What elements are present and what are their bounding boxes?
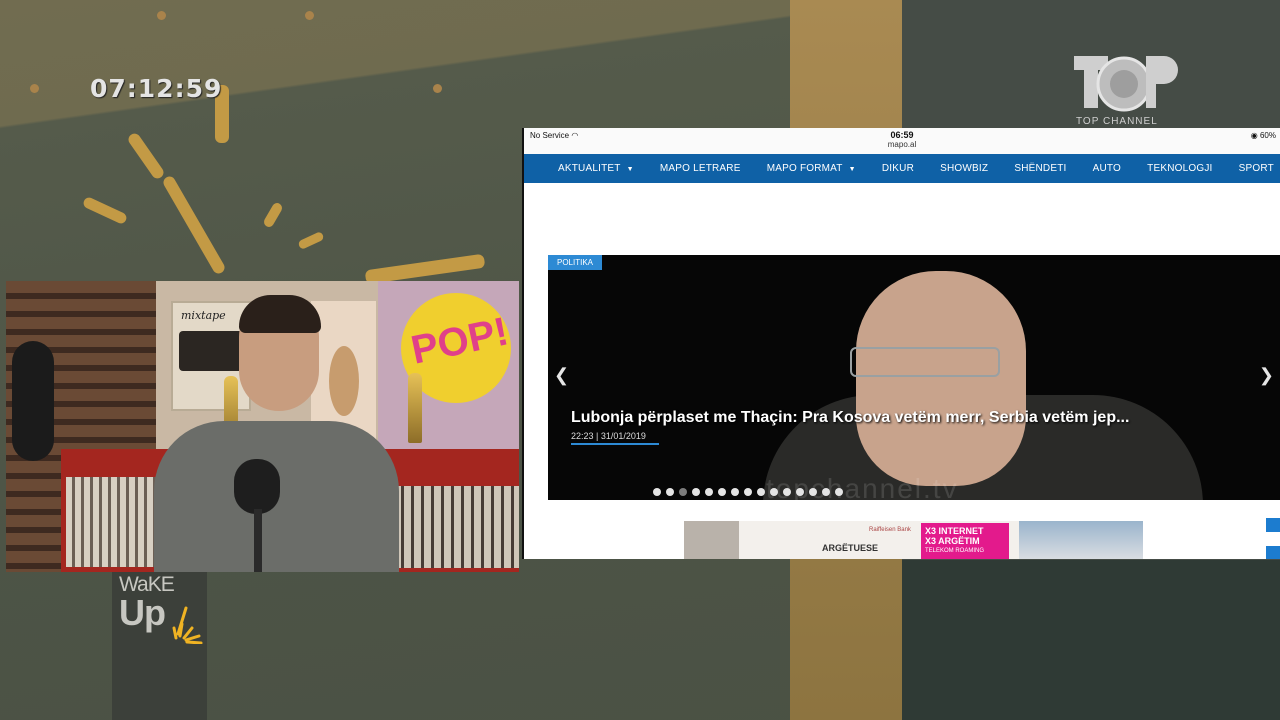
slide-headline[interactable]: Lubonja përplaset me Thaçin: Pra Kosova … (571, 409, 1129, 427)
ad-promo-box: X3 INTERNET X3 ARGËTIM TELEKOM ROAMING (921, 523, 1009, 559)
ad-promo-line3: TELEKOM ROAMING (925, 548, 985, 554)
decor-dot (433, 84, 442, 93)
background-lower-panel (902, 560, 1280, 720)
wake-up-logo-line2: Up (119, 592, 166, 633)
caret-down-icon: ▼ (626, 166, 634, 173)
side-button[interactable] (1266, 546, 1280, 559)
nav-item-sport[interactable]: SPORT (1239, 163, 1274, 174)
nav-item-teknologji[interactable]: TEKNOLOGJI (1147, 163, 1212, 174)
pager-dot[interactable] (835, 488, 843, 496)
tablet-screen: No Service ◠ 06:59 mapo.al ◉ 60% AKTUALI… (522, 128, 1280, 559)
vinyl-record (12, 341, 54, 461)
channel-name: TOP CHANNEL (1076, 116, 1158, 127)
sun-rays-icon (172, 606, 203, 644)
nav-item-shendeti[interactable]: SHËNDETI (1014, 163, 1066, 174)
pager-dot[interactable] (757, 488, 765, 496)
ad-promo-line1: X3 INTERNET (925, 526, 984, 536)
record-collection (66, 477, 166, 567)
cassette-icon (179, 331, 243, 371)
pager-dot[interactable] (653, 488, 661, 496)
pager-dot[interactable] (666, 488, 674, 496)
decor-dot (305, 11, 314, 20)
pager-dot[interactable] (770, 488, 778, 496)
category-badge[interactable]: POLITIKA (548, 255, 603, 270)
ad-image (1019, 521, 1143, 559)
pager-dot[interactable] (744, 488, 752, 496)
nav-item-dikur[interactable]: DIKUR (882, 163, 914, 174)
status-bar: No Service ◠ 06:59 mapo.al ◉ 60% (524, 128, 1280, 154)
battery-status: ◉ 60% (1250, 131, 1276, 140)
record-collection (394, 486, 519, 568)
eye-icon: ◉ (1250, 131, 1258, 140)
slide-pager (653, 488, 843, 496)
decor-dot (157, 11, 166, 20)
microphone-stand (254, 509, 262, 572)
nav-item-showbiz[interactable]: SHOWBIZ (940, 163, 988, 174)
nav-item-mapo-format[interactable]: MAPO FORMAT ▼ (767, 163, 856, 174)
guitar-icon (329, 346, 359, 416)
slide-photo-glasses (850, 347, 1000, 377)
address-bar[interactable]: mapo.al (524, 140, 1280, 149)
host-hair (239, 295, 321, 333)
device-time: 06:59 (890, 130, 914, 140)
next-slide-icon[interactable]: ❯ (1259, 365, 1274, 386)
nav-item-aktualitet[interactable]: AKTUALITET ▼ (558, 163, 634, 174)
pager-dot[interactable] (731, 488, 739, 496)
decor-dot (30, 84, 39, 93)
microphone-icon (234, 459, 280, 514)
timestamp-underline (571, 443, 659, 445)
broadcast-clock: 07:12:59 (90, 74, 223, 103)
pager-dot[interactable] (679, 488, 687, 496)
studio-camera-feed: mixtape POP! (6, 281, 519, 572)
slide-photo-person (856, 271, 1026, 486)
wake-up-logo: WaKE Up (119, 574, 175, 633)
nav-item-auto[interactable]: AUTO (1093, 163, 1121, 174)
prev-slide-icon[interactable]: ❮ (554, 365, 569, 386)
cassette-label: mixtape (181, 309, 226, 322)
ad-image (684, 521, 739, 559)
nav-item-mapo-letrare[interactable]: MAPO LETRARE (660, 163, 741, 174)
pager-dot[interactable] (705, 488, 713, 496)
pager-dot[interactable] (822, 488, 830, 496)
advertisement-banner[interactable]: Raiffeisen Bank ARGËTUESE X3 INTERNET X3… (684, 521, 1143, 559)
ad-promo-line2: X3 ARGËTIM (925, 536, 980, 546)
caret-down-icon: ▼ (848, 166, 856, 173)
scroll-top-button[interactable] (1266, 518, 1280, 532)
slide-timestamp: 22:23 | 31/01/2019 (571, 431, 646, 441)
news-slider[interactable]: POLITIKA ❮ ❯ Lubonja përplaset me Thaçin… (548, 255, 1280, 500)
pager-dot[interactable] (809, 488, 817, 496)
trophy-icon (408, 373, 422, 443)
pager-dot[interactable] (718, 488, 726, 496)
pager-dot[interactable] (692, 488, 700, 496)
pager-dot[interactable] (783, 488, 791, 496)
site-nav: AKTUALITET ▼ MAPO LETRARE MAPO FORMAT ▼ DI… (524, 154, 1280, 183)
ad-title: ARGËTUESE (822, 543, 879, 553)
ad-bank-name: Raiffeisen Bank (869, 527, 911, 533)
pager-dot[interactable] (796, 488, 804, 496)
